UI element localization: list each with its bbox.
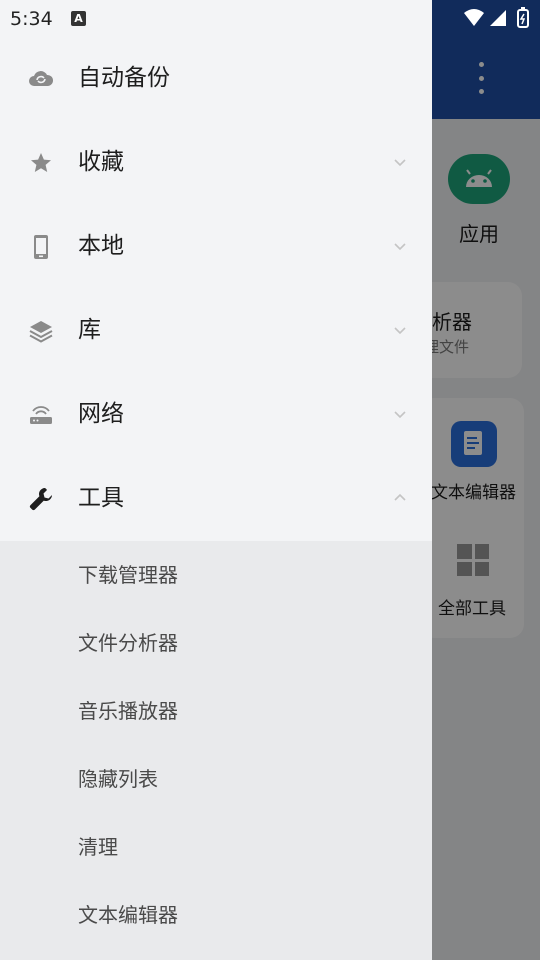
cloud-sync-icon (28, 66, 54, 92)
router-icon (28, 402, 54, 428)
drawer-item-label: 本地 (78, 233, 124, 259)
chevron-down-icon[interactable] (392, 322, 408, 338)
chevron-down-icon[interactable] (392, 406, 408, 422)
drawer-item-library[interactable]: 库 (0, 288, 432, 372)
signal-icon (490, 10, 506, 26)
chevron-up-icon[interactable] (392, 490, 408, 506)
drawer-item-favorites[interactable]: 收藏 (0, 120, 432, 204)
battery-icon (517, 7, 529, 28)
subitem-label: 音乐播放器 (78, 699, 178, 723)
chevron-down-icon[interactable] (392, 238, 408, 254)
subitem-label: 文件分析器 (78, 631, 178, 655)
wrench-icon (28, 486, 54, 512)
drawer-item-label: 库 (78, 317, 101, 343)
status-bar: 5:34 A (0, 0, 540, 38)
layers-icon (28, 318, 54, 344)
drawer-item-label: 收藏 (78, 149, 124, 175)
tools-subitem-download-manager[interactable]: 下载管理器 (0, 541, 432, 609)
drawer-item-label: 工具 (78, 485, 124, 511)
tools-subitem-file-analyzer[interactable]: 文件分析器 (0, 609, 432, 677)
drawer-item-label: 自动备份 (78, 65, 170, 91)
wifi-icon (464, 9, 484, 26)
tools-subitem-cleaner[interactable]: 清理 (0, 813, 432, 881)
subitem-label: 下载管理器 (78, 563, 178, 587)
drawer-item-local[interactable]: 本地 (0, 204, 432, 288)
subitem-label: 隐藏列表 (78, 767, 158, 791)
drawer-item-auto-backup[interactable]: 自动备份 (0, 36, 432, 120)
notification-badge-icon: A (71, 11, 86, 26)
subitem-label: 文本编辑器 (78, 903, 178, 927)
status-icons (462, 7, 534, 29)
phone-icon (28, 234, 54, 260)
tools-subitem-hidden-list[interactable]: 隐藏列表 (0, 745, 432, 813)
drawer-item-tools[interactable]: 工具 (0, 456, 432, 540)
tools-subitem-music-player[interactable]: 音乐播放器 (0, 677, 432, 745)
drawer-item-network[interactable]: 网络 (0, 372, 432, 456)
subitem-label: 清理 (78, 835, 118, 859)
star-icon (28, 150, 54, 176)
tools-subitem-text-editor[interactable]: 文本编辑器 (0, 881, 432, 949)
status-time: 5:34 (10, 8, 53, 30)
chevron-down-icon[interactable] (392, 154, 408, 170)
drawer-item-label: 网络 (78, 401, 124, 427)
navigation-drawer: 自动备份 收藏 本地 库 网络 工具 下载管理器 文件分析器 音乐播放器 隐藏列… (0, 0, 432, 960)
